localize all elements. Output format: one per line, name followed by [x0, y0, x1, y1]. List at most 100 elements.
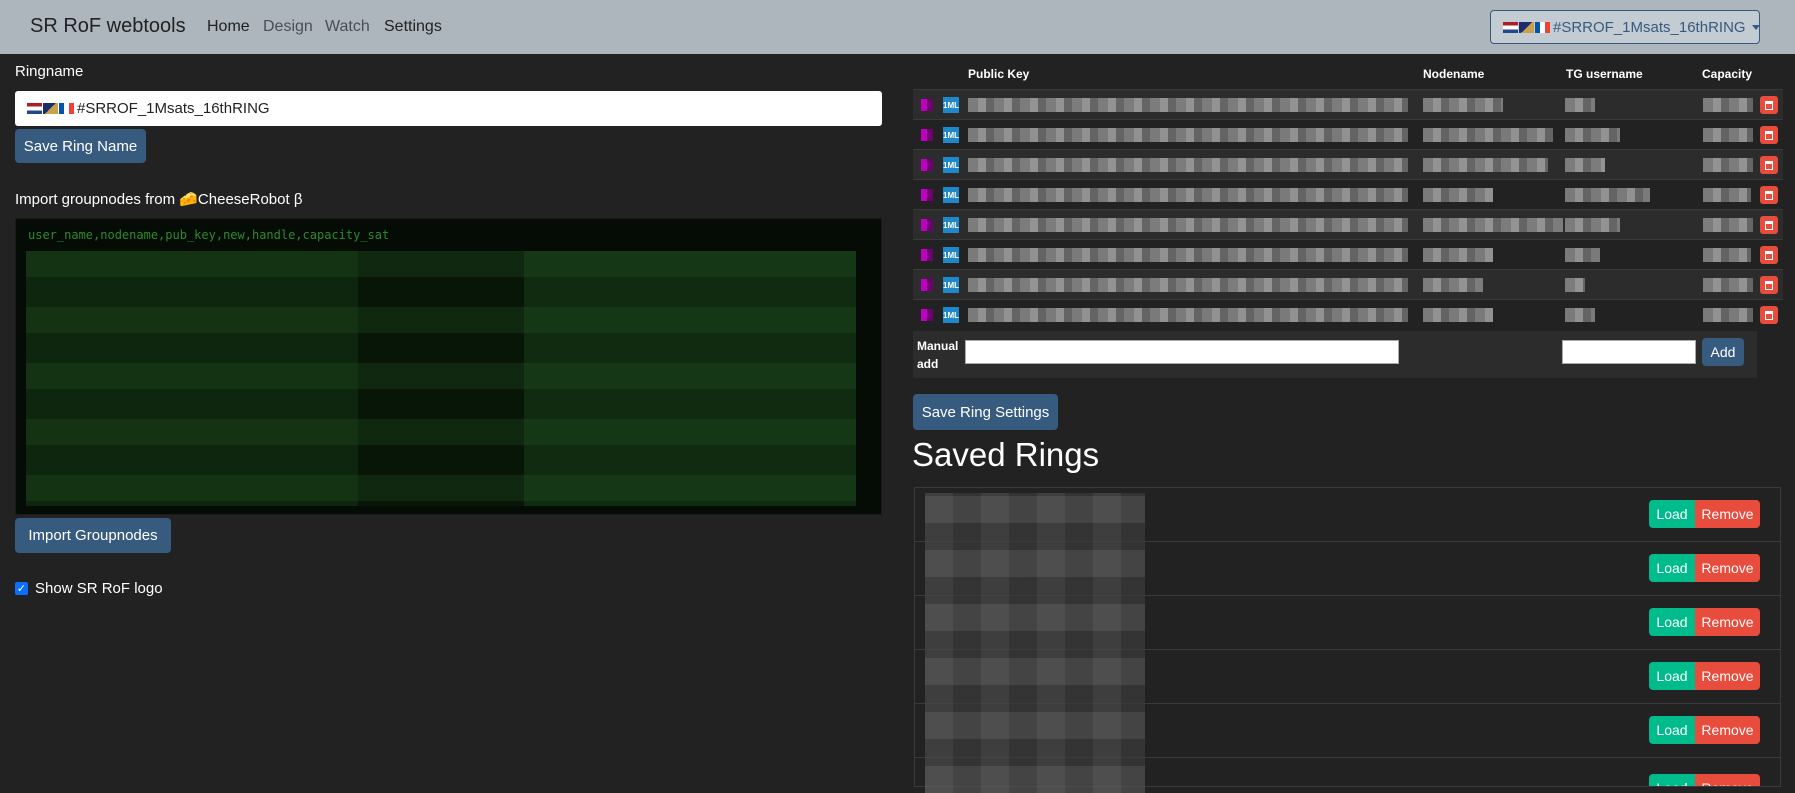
redacted-capacity	[1703, 308, 1753, 322]
amboss-icon[interactable]	[921, 279, 933, 291]
header-tg-username: TG username	[1566, 67, 1643, 81]
load-ring-button[interactable]: Load	[1649, 716, 1695, 744]
ringname-input[interactable]: #SRROF_1Msats_16thRING	[15, 91, 882, 126]
oneml-icon[interactable]: 1ML	[943, 157, 959, 173]
table-row: 1ML	[913, 119, 1783, 149]
delete-icon[interactable]	[1760, 96, 1778, 114]
amboss-icon[interactable]	[921, 219, 933, 231]
redacted-nodename	[1423, 158, 1548, 172]
delete-icon[interactable]	[1760, 276, 1778, 294]
nav-design[interactable]: Design	[263, 18, 313, 36]
redacted-tg-username	[1565, 248, 1600, 262]
redacted-capacity	[1703, 278, 1753, 292]
oneml-icon[interactable]: 1ML	[943, 187, 959, 203]
header-public-key: Public Key	[968, 67, 1030, 81]
redacted-pubkey	[968, 158, 1408, 172]
brand[interactable]: SR RoF webtools	[30, 15, 186, 38]
ring-selector-dropdown[interactable]: #SRROF_1Msats_16thRING	[1490, 10, 1760, 44]
manual-add-row: Manual add Add	[913, 331, 1757, 378]
remove-ring-button[interactable]: Remove	[1695, 554, 1760, 582]
redacted-pubkey	[968, 248, 1408, 262]
remove-ring-button[interactable]: Remove	[1695, 608, 1760, 636]
redacted-tg-username	[1565, 308, 1595, 322]
ringname-label: Ringname	[15, 63, 84, 80]
oneml-icon[interactable]: 1ML	[943, 97, 959, 113]
table-row: 1ML	[913, 299, 1783, 329]
remove-ring-button[interactable]: Remove	[1695, 500, 1760, 528]
delete-icon[interactable]	[1760, 246, 1778, 264]
saved-rings-title: Saved Rings	[912, 436, 1100, 473]
redacted-nodename	[1423, 278, 1483, 292]
load-ring-button[interactable]: Load	[1649, 774, 1695, 786]
oneml-icon[interactable]: 1ML	[943, 307, 959, 323]
table-row: 1ML	[913, 149, 1783, 179]
redacted-tg-username	[1565, 278, 1585, 292]
table-row: 1ML	[913, 209, 1783, 239]
import-label: Import groupnodes from 🧀CheeseRobot β	[15, 191, 303, 208]
table-row: 1ML	[913, 239, 1783, 269]
delete-icon[interactable]	[1760, 216, 1778, 234]
load-ring-button[interactable]: Load	[1649, 608, 1695, 636]
delete-icon[interactable]	[1760, 156, 1778, 174]
redacted-tg-username	[1565, 98, 1595, 112]
redacted-pubkey	[968, 218, 1408, 232]
redacted-pubkey	[968, 98, 1408, 112]
redacted-pubkey	[968, 128, 1408, 142]
import-header-text: user_name,nodename,pub_key,new,handle,ca…	[28, 228, 390, 242]
manual-add-label: Manual add	[917, 339, 959, 371]
amboss-icon[interactable]	[921, 189, 933, 201]
save-ring-settings-button[interactable]: Save Ring Settings	[913, 394, 1058, 430]
flags-icon	[27, 103, 75, 114]
nav-settings[interactable]: Settings	[384, 18, 442, 36]
ringname-value: #SRROF_1Msats_16thRING	[77, 100, 270, 117]
load-ring-button[interactable]: Load	[1649, 662, 1695, 690]
redacted-tg-username	[1565, 218, 1620, 232]
oneml-icon[interactable]: 1ML	[943, 127, 959, 143]
delete-icon[interactable]	[1760, 186, 1778, 204]
remove-ring-button[interactable]: Remove	[1695, 662, 1760, 690]
amboss-icon[interactable]	[921, 129, 933, 141]
oneml-icon[interactable]: 1ML	[943, 277, 959, 293]
load-ring-button[interactable]: Load	[1649, 554, 1695, 582]
redacted-nodename	[1423, 98, 1503, 112]
save-ring-name-button[interactable]: Save Ring Name	[15, 129, 146, 163]
redacted-nodename	[1423, 248, 1493, 262]
redacted-capacity	[1703, 188, 1751, 202]
redacted-nodename	[1423, 308, 1493, 322]
amboss-icon[interactable]	[921, 159, 933, 171]
nav-home[interactable]: Home	[207, 18, 250, 36]
redacted-content	[26, 251, 856, 506]
redacted-capacity	[1703, 128, 1753, 142]
table-row: 1ML	[913, 269, 1783, 299]
redacted-ring-names	[925, 493, 1145, 793]
delete-icon[interactable]	[1760, 126, 1778, 144]
redacted-nodename	[1423, 218, 1563, 232]
redacted-pubkey	[968, 278, 1408, 292]
delete-icon[interactable]	[1760, 306, 1778, 324]
load-ring-button[interactable]: Load	[1649, 500, 1695, 528]
redacted-tg-username	[1565, 158, 1605, 172]
remove-ring-button[interactable]: Remove	[1695, 774, 1760, 786]
oneml-icon[interactable]: 1ML	[943, 217, 959, 233]
navbar: SR RoF webtools Home Design Watch Settin…	[0, 0, 1795, 54]
redacted-nodename	[1423, 188, 1493, 202]
redacted-capacity	[1703, 248, 1751, 262]
amboss-icon[interactable]	[921, 99, 933, 111]
add-button[interactable]: Add	[1702, 338, 1744, 366]
manual-pubkey-input[interactable]	[965, 340, 1399, 364]
amboss-icon[interactable]	[921, 249, 933, 261]
table-row: 1ML	[913, 89, 1783, 119]
remove-ring-button[interactable]: Remove	[1695, 716, 1760, 744]
amboss-icon[interactable]	[921, 309, 933, 321]
redacted-pubkey	[968, 308, 1408, 322]
caret-down-icon	[1751, 24, 1760, 30]
import-textarea[interactable]: user_name,nodename,pub_key,new,handle,ca…	[15, 218, 882, 515]
header-nodename: Nodename	[1423, 67, 1485, 81]
show-logo-checkbox[interactable]: ✓	[15, 582, 28, 595]
redacted-nodename	[1423, 128, 1553, 142]
nav-watch[interactable]: Watch	[325, 18, 370, 36]
manual-tg-input[interactable]	[1562, 340, 1696, 364]
oneml-icon[interactable]: 1ML	[943, 247, 959, 263]
redacted-capacity	[1703, 218, 1753, 232]
import-groupnodes-button[interactable]: Import Groupnodes	[15, 518, 171, 553]
